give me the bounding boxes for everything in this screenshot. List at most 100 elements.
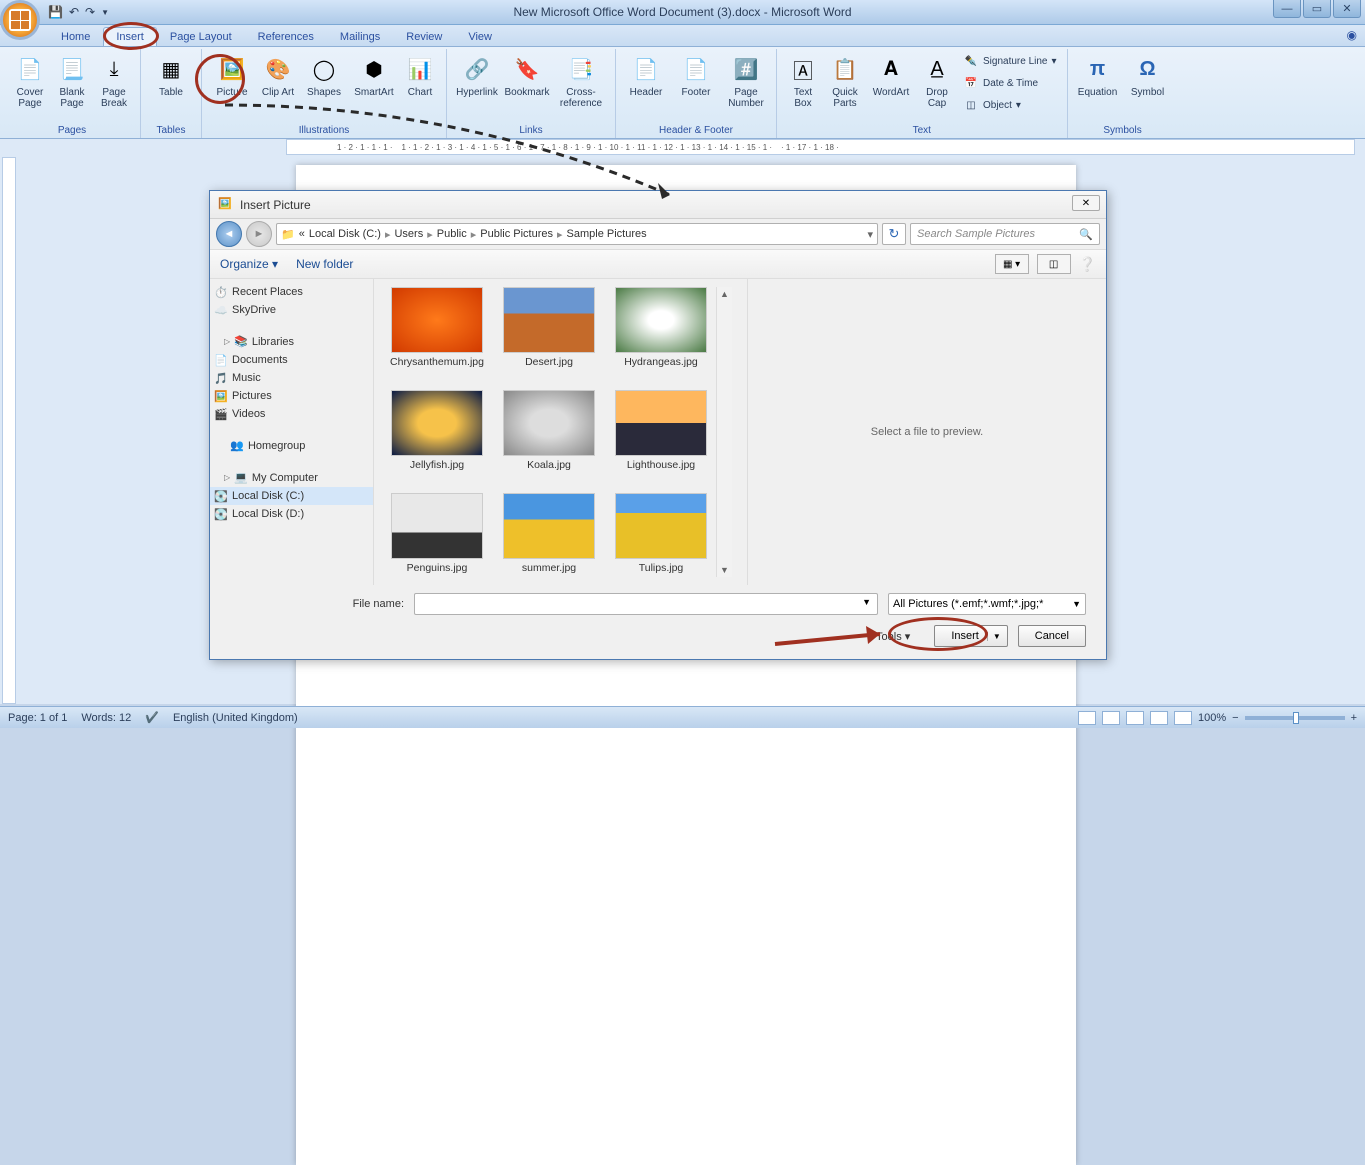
forward-button[interactable]: ►: [246, 221, 272, 247]
help-icon[interactable]: ❔: [1079, 256, 1096, 273]
file-thumbnail[interactable]: Tulips.jpg: [606, 493, 716, 586]
breadcrumb-item[interactable]: Local Disk (C:): [309, 228, 381, 240]
new-folder-button[interactable]: New folder: [296, 257, 353, 271]
breadcrumb[interactable]: 📁 « Local Disk (C:)▸ Users▸ Public▸ Publ…: [276, 223, 878, 245]
minimize-button[interactable]: —: [1273, 0, 1301, 18]
outline-view-icon[interactable]: [1150, 711, 1168, 725]
tab-home[interactable]: Home: [48, 27, 103, 46]
blank-page-button[interactable]: 📃Blank Page: [52, 51, 92, 111]
file-thumbnail[interactable]: summer.jpg: [494, 493, 604, 586]
breadcrumb-item[interactable]: Public Pictures: [480, 228, 553, 240]
web-layout-view-icon[interactable]: [1126, 711, 1144, 725]
file-thumbnail[interactable]: Koala.jpg: [494, 390, 604, 483]
status-page[interactable]: Page: 1 of 1: [8, 712, 67, 724]
tools-dropdown[interactable]: Tools ▾: [876, 630, 910, 643]
help-icon[interactable]: ◉: [1347, 28, 1357, 42]
sidebar-item-pictures[interactable]: 🖼️Pictures: [210, 387, 373, 405]
hyperlink-button[interactable]: 🔗Hyperlink: [453, 51, 501, 100]
insert-button[interactable]: Insert▼: [934, 625, 1007, 647]
tab-references[interactable]: References: [245, 27, 327, 46]
shapes-button[interactable]: ◯Shapes: [300, 51, 348, 100]
file-thumbnail[interactable]: Lighthouse.jpg: [606, 390, 716, 483]
sidebar-item-my-computer[interactable]: ▷💻My Computer: [210, 465, 373, 487]
sidebar-group-libraries[interactable]: ▷📚Libraries: [210, 329, 373, 351]
dropcap-button[interactable]: A̲Drop Cap: [917, 51, 957, 111]
wordart-button[interactable]: 𝐀WordArt: [867, 51, 915, 100]
scrollbar[interactable]: ▲▼: [716, 287, 732, 577]
page-break-button[interactable]: ⤓Page Break: [94, 51, 134, 111]
refresh-button[interactable]: ↻: [882, 223, 906, 245]
zoom-in-button[interactable]: +: [1351, 712, 1357, 724]
save-icon[interactable]: 💾: [48, 5, 63, 19]
close-button[interactable]: ✕: [1333, 0, 1361, 18]
picture-button[interactable]: 🖼️Picture: [208, 51, 256, 100]
sidebar-item-documents[interactable]: 📄Documents: [210, 351, 373, 369]
horizontal-ruler[interactable]: 1 · 2 · 1 · 1 · 1 · 1 · 1 · 2 · 1 · 3 · …: [286, 139, 1355, 155]
redo-icon[interactable]: ↷: [85, 5, 95, 19]
draft-view-icon[interactable]: [1174, 711, 1192, 725]
preview-pane-button[interactable]: ◫: [1037, 254, 1071, 274]
file-name-input[interactable]: ▼: [414, 593, 878, 615]
cancel-button[interactable]: Cancel: [1018, 625, 1086, 647]
undo-icon[interactable]: ↶: [69, 5, 79, 19]
search-input[interactable]: Search Sample Pictures 🔍: [910, 223, 1100, 245]
sidebar-item-local-c[interactable]: 💽Local Disk (C:): [210, 487, 373, 505]
status-words[interactable]: Words: 12: [81, 712, 131, 724]
crossref-button[interactable]: 📑Cross-reference: [553, 51, 609, 111]
spell-check-icon[interactable]: ✔️: [145, 711, 159, 724]
office-button[interactable]: [0, 0, 40, 40]
tab-view[interactable]: View: [455, 27, 505, 46]
header-button[interactable]: 📄Header: [622, 51, 670, 100]
file-thumbnail[interactable]: Desert.jpg: [494, 287, 604, 380]
object-button[interactable]: ◫Object ▾: [959, 95, 1061, 115]
chart-button[interactable]: 📊Chart: [400, 51, 440, 100]
breadcrumb-dropdown-icon[interactable]: ▾: [867, 228, 873, 241]
file-thumbnail[interactable]: Penguins.jpg: [382, 493, 492, 586]
organize-button[interactable]: Organize ▾: [220, 257, 278, 271]
view-mode-button[interactable]: ▦ ▾: [995, 254, 1029, 274]
file-type-filter[interactable]: All Pictures (*.emf;*.wmf;*.jpg;*▼: [888, 593, 1086, 615]
signature-line-button[interactable]: ✒️Signature Line ▾: [959, 51, 1061, 71]
chevron-down-icon[interactable]: ▼: [862, 597, 871, 607]
page-number-button[interactable]: #️⃣Page Number: [722, 51, 770, 111]
chevron-down-icon[interactable]: ▼: [987, 632, 1001, 641]
symbol-button[interactable]: ΩSymbol: [1124, 51, 1172, 100]
vertical-ruler[interactable]: [0, 157, 18, 704]
qat-dropdown-icon[interactable]: ▼: [101, 8, 109, 17]
sidebar-item-videos[interactable]: 🎬Videos: [210, 405, 373, 423]
equation-button[interactable]: πEquation: [1074, 51, 1122, 100]
sidebar-item-homegroup[interactable]: 👥Homegroup: [210, 433, 373, 455]
file-thumbnail[interactable]: Hydrangeas.jpg: [606, 287, 716, 380]
file-thumbnail[interactable]: Chrysanthemum.jpg: [382, 287, 492, 380]
breadcrumb-item[interactable]: Public: [437, 228, 467, 240]
footer-button[interactable]: 📄Footer: [672, 51, 720, 100]
sidebar-item-local-d[interactable]: 💽Local Disk (D:): [210, 505, 373, 523]
table-button[interactable]: ▦Table: [147, 51, 195, 100]
dialog-titlebar[interactable]: 🖼️ Insert Picture ✕: [210, 191, 1106, 219]
quickparts-button[interactable]: 📋Quick Parts: [825, 51, 865, 111]
status-language[interactable]: English (United Kingdom): [173, 712, 298, 724]
bookmark-button[interactable]: 🔖Bookmark: [503, 51, 551, 100]
date-time-button[interactable]: 📅Date & Time: [959, 73, 1061, 93]
tab-page-layout[interactable]: Page Layout: [157, 27, 245, 46]
file-thumbnail[interactable]: Jellyfish.jpg: [382, 390, 492, 483]
breadcrumb-item[interactable]: Users: [394, 228, 423, 240]
zoom-slider[interactable]: [1245, 716, 1345, 720]
tab-insert[interactable]: Insert: [103, 27, 157, 46]
breadcrumb-item[interactable]: Sample Pictures: [567, 228, 647, 240]
back-button[interactable]: ◄: [216, 221, 242, 247]
maximize-button[interactable]: ▭: [1303, 0, 1331, 18]
sidebar-item-skydrive[interactable]: ☁️SkyDrive: [210, 301, 373, 319]
cover-page-button[interactable]: 📄Cover Page: [10, 51, 50, 111]
tab-mailings[interactable]: Mailings: [327, 27, 393, 46]
smartart-button[interactable]: ⬢SmartArt: [350, 51, 398, 100]
sidebar-item-music[interactable]: 🎵Music: [210, 369, 373, 387]
zoom-out-button[interactable]: −: [1232, 712, 1238, 724]
sidebar-item-recent[interactable]: ⏱️Recent Places: [210, 283, 373, 301]
tab-review[interactable]: Review: [393, 27, 455, 46]
print-layout-view-icon[interactable]: [1078, 711, 1096, 725]
zoom-level[interactable]: 100%: [1198, 712, 1226, 724]
full-screen-view-icon[interactable]: [1102, 711, 1120, 725]
dialog-close-button[interactable]: ✕: [1072, 195, 1100, 211]
textbox-button[interactable]: 🄰Text Box: [783, 51, 823, 111]
